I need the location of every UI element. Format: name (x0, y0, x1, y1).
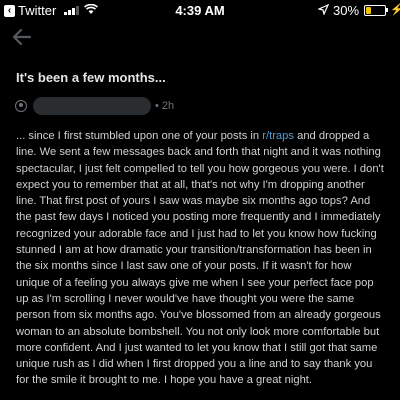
battery-percent: 30% (333, 3, 360, 18)
message-body: ... since I first stumbled upon one of y… (16, 128, 388, 389)
location-arrow-icon (318, 4, 329, 15)
battery-fill (366, 7, 371, 14)
message-text-rest: and dropped a line. We sent a few messag… (16, 130, 384, 387)
back-arrow-icon[interactable] (12, 28, 32, 46)
battery-tip (386, 8, 388, 12)
battery-icon (364, 5, 386, 16)
post-meta: • 2h (15, 97, 175, 115)
status-bar: ‹ Twitter 4:39 AM 30% ⚡ (0, 0, 400, 20)
avatar[interactable] (15, 100, 27, 112)
message-text-start: ... since I first stumbled upon one of y… (16, 130, 263, 142)
post-age: • 2h (155, 100, 175, 112)
redacted-username (33, 97, 151, 115)
subreddit-link[interactable]: r/traps (262, 130, 294, 142)
charging-bolt-icon: ⚡ (390, 4, 400, 16)
post-title: It's been a few months... (16, 70, 166, 85)
